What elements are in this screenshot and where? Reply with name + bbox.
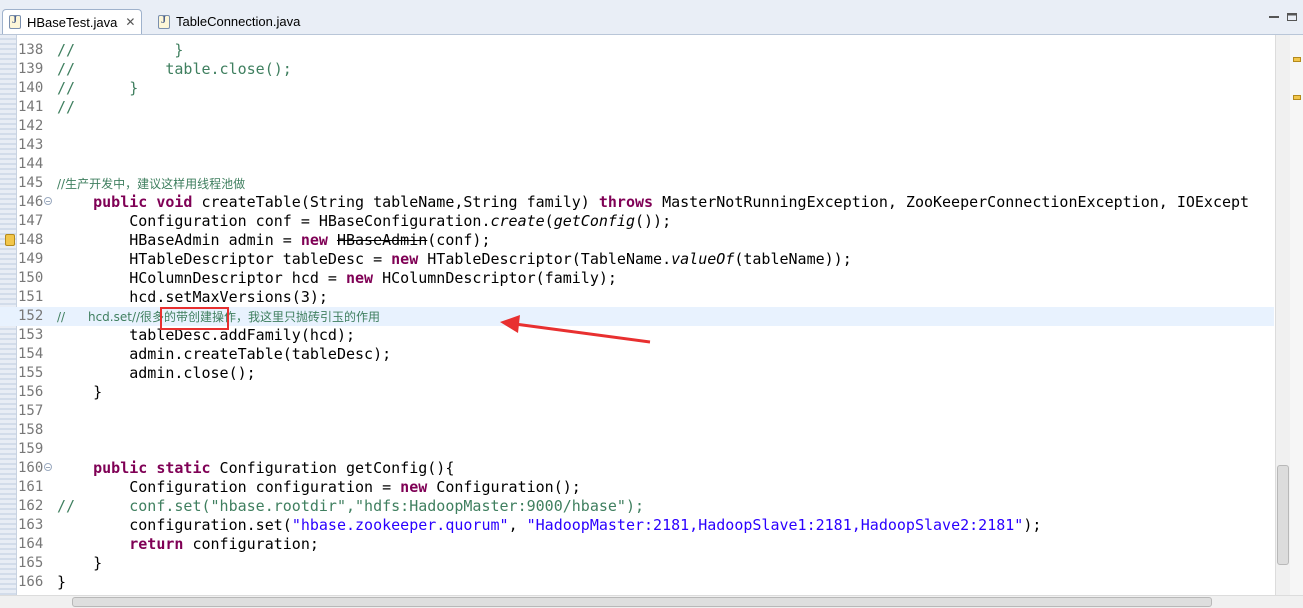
annotation-arrow — [500, 315, 651, 344]
